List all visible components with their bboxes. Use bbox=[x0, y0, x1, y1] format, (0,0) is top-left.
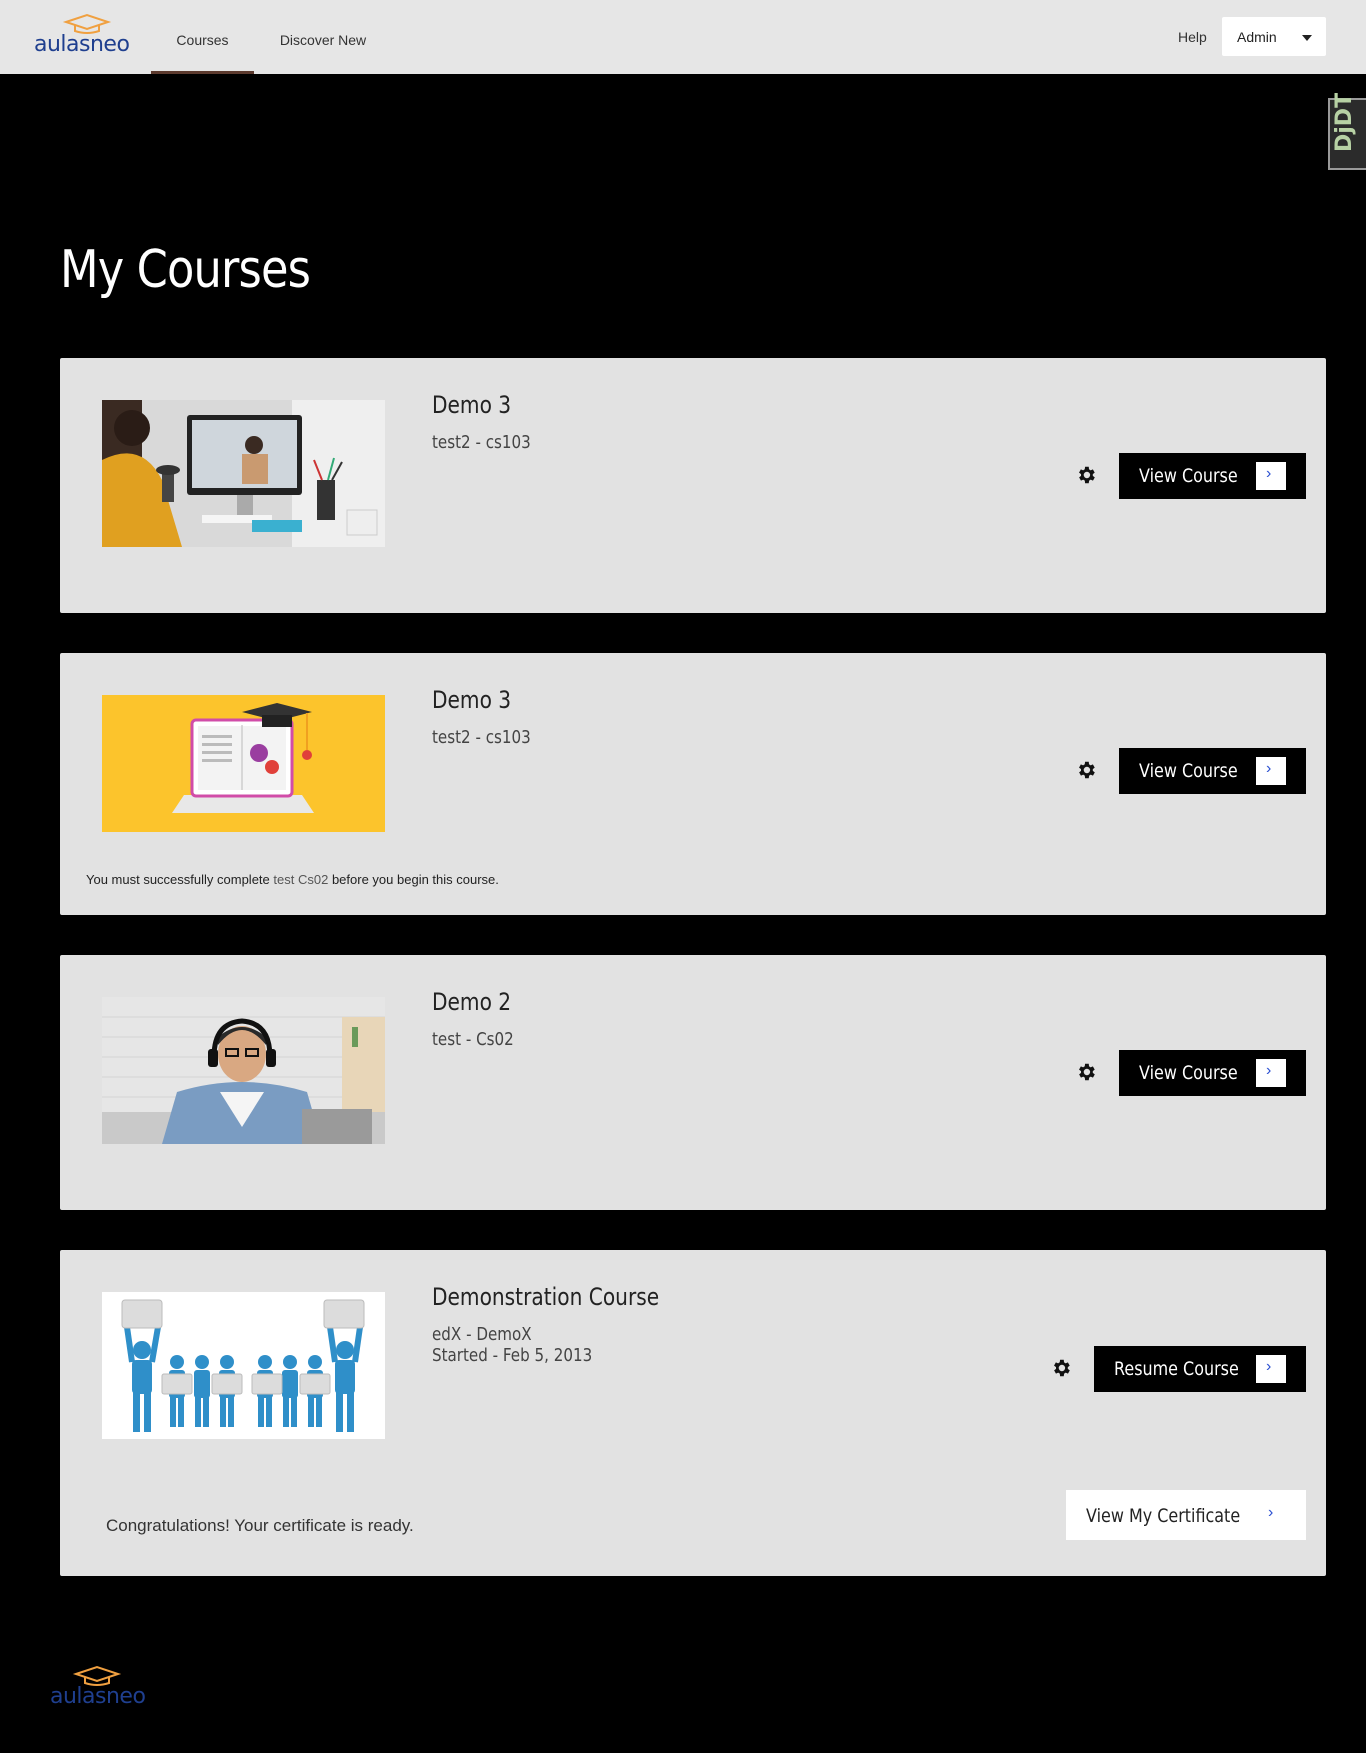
tab-discover-new[interactable]: Discover New bbox=[270, 0, 376, 74]
course-code: test2 - cs103 bbox=[432, 727, 531, 748]
footer-logo[interactable]: aulasneo bbox=[48, 1662, 148, 1712]
puzzle-people-teamwork-image bbox=[102, 1292, 385, 1439]
gear-icon[interactable] bbox=[1075, 464, 1097, 486]
resume-course-label: Resume Course bbox=[1114, 1358, 1239, 1380]
course-title[interactable]: Demo 3 bbox=[432, 686, 511, 714]
view-course-label: View Course bbox=[1139, 1062, 1238, 1084]
footer-brand-name: aulasneo bbox=[50, 1684, 146, 1709]
course-thumbnail[interactable] bbox=[102, 1292, 385, 1439]
tab-courses-label: Courses bbox=[176, 32, 229, 48]
woman-video-call-image bbox=[102, 400, 385, 547]
view-certificate-button[interactable]: View My Certificate › bbox=[1066, 1490, 1306, 1540]
user-menu-dropdown[interactable]: Admin bbox=[1222, 17, 1326, 56]
view-course-label: View Course bbox=[1139, 465, 1238, 487]
brand-logo[interactable]: aulasneo bbox=[34, 10, 134, 60]
view-course-button[interactable]: View Course › bbox=[1119, 748, 1306, 794]
chevron-right-icon: › bbox=[1256, 757, 1286, 785]
chevron-right-icon: › bbox=[1256, 1355, 1286, 1383]
chevron-right-icon: › bbox=[1268, 1504, 1274, 1521]
help-link[interactable]: Help bbox=[1178, 29, 1207, 45]
course-card: Demo 2 test - Cs02 View Course › bbox=[60, 955, 1326, 1210]
gear-icon[interactable] bbox=[1075, 1061, 1097, 1083]
laptop-book-graduation-cap-illustration bbox=[102, 695, 385, 832]
view-course-button[interactable]: View Course › bbox=[1119, 1050, 1306, 1096]
user-name: Admin bbox=[1237, 29, 1277, 45]
course-start-date: Started - Feb 5, 2013 bbox=[432, 1345, 593, 1366]
course-card: Demonstration Course edX - DemoX Started… bbox=[60, 1250, 1326, 1576]
chevron-right-icon: › bbox=[1256, 462, 1286, 490]
certificate-ready-message: Congratulations! Your certificate is rea… bbox=[106, 1516, 414, 1535]
debug-toolbar-handle[interactable]: DjDT bbox=[1328, 93, 1366, 170]
prerequisite-course-link[interactable]: test Cs02 bbox=[273, 872, 328, 887]
gear-icon[interactable] bbox=[1075, 759, 1097, 781]
site-header: aulasneo Courses Discover New Help Admin bbox=[0, 0, 1366, 74]
course-code: test2 - cs103 bbox=[432, 432, 531, 453]
prerequisite-text-before: You must successfully complete bbox=[86, 872, 270, 887]
prerequisite-text-after: before you begin this course. bbox=[331, 872, 499, 887]
chevron-right-icon: › bbox=[1256, 1059, 1286, 1087]
course-card: Demo 3 test2 - cs103 View Course › bbox=[60, 358, 1326, 613]
course-title[interactable]: Demo 2 bbox=[432, 988, 511, 1016]
debug-toolbar-label: DjDT bbox=[1332, 92, 1357, 152]
resume-course-button[interactable]: Resume Course › bbox=[1094, 1346, 1306, 1392]
course-title[interactable]: Demo 3 bbox=[432, 391, 511, 419]
course-code: edX - DemoX bbox=[432, 1324, 532, 1345]
tab-courses[interactable]: Courses bbox=[151, 0, 254, 74]
prerequisite-notice: You must successfully complete test Cs02… bbox=[86, 872, 499, 887]
page-title: My Courses bbox=[60, 240, 311, 300]
view-course-button[interactable]: View Course › bbox=[1119, 453, 1306, 499]
course-code: test - Cs02 bbox=[432, 1029, 514, 1050]
view-certificate-label: View My Certificate bbox=[1086, 1505, 1241, 1527]
course-thumbnail[interactable] bbox=[102, 695, 385, 832]
gear-icon[interactable] bbox=[1050, 1357, 1072, 1379]
course-thumbnail[interactable] bbox=[102, 997, 385, 1144]
course-title[interactable]: Demonstration Course bbox=[432, 1283, 659, 1311]
course-thumbnail[interactable] bbox=[102, 400, 385, 547]
caret-down-icon bbox=[1302, 35, 1312, 41]
course-card: Demo 3 test2 - cs103 View Course › You m… bbox=[60, 653, 1326, 915]
man-with-headphones-image bbox=[102, 997, 385, 1144]
brand-name: aulasneo bbox=[34, 32, 130, 57]
view-course-label: View Course bbox=[1139, 760, 1238, 782]
tab-discover-new-label: Discover New bbox=[279, 32, 367, 48]
